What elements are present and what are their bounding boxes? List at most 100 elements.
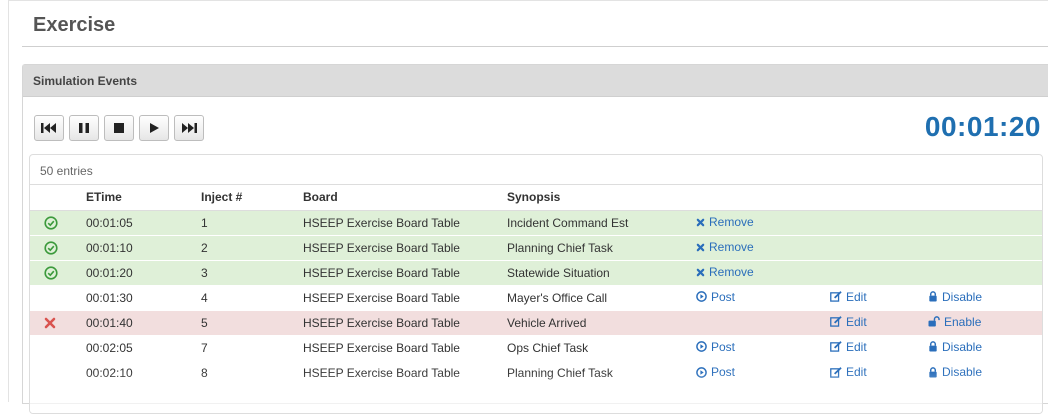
lock-icon [928, 366, 938, 378]
edit-label: Edit [846, 339, 867, 354]
stop-button[interactable] [104, 115, 134, 141]
inject-cell: 8 [197, 359, 299, 385]
post-label: Post [711, 365, 736, 379]
edit-label: Edit [846, 314, 867, 329]
skip-forward-button[interactable] [174, 115, 204, 141]
unlock-icon [928, 316, 940, 327]
events-table: ETime Inject # Board Synopsis 00:01:05 1 H… [30, 185, 1042, 385]
edit-icon [830, 316, 842, 327]
table-row[interactable]: 00:01:05 1 HSEEP Exercise Board Table Incid… [30, 209, 1042, 235]
post-icon [696, 341, 707, 353]
play-button[interactable] [139, 115, 169, 141]
disable-button[interactable]: Disable [928, 290, 982, 304]
table-row[interactable]: 00:01:40 5 HSEEP Exercise Board Table Vehic… [30, 309, 1042, 335]
etime-cell: 00:01:30 [82, 284, 197, 310]
disable-label: Disable [942, 365, 983, 379]
table-row[interactable]: 00:01:10 2 HSEEP Exercise Board Table Plann… [30, 234, 1042, 260]
entries-count: 50 entries [30, 155, 1042, 185]
page-title: Exercise [33, 14, 116, 36]
status-cell [30, 234, 82, 260]
edit-cell [826, 234, 924, 260]
edit-icon [830, 366, 842, 378]
status-cell [30, 309, 82, 335]
inject-header[interactable]: Inject # [197, 185, 299, 211]
board-cell: HSEEP Exercise Board Table [299, 359, 503, 385]
synopsis-cell: Ops Chief Task [503, 334, 692, 360]
etime-cell: 00:01:40 [82, 309, 197, 335]
synopsis-cell: Statewide Situation [503, 259, 692, 285]
table-row[interactable]: 00:02:05 7 HSEEP Exercise Board Table Ops C… [30, 334, 1042, 360]
x-icon [696, 243, 705, 252]
edit-header [826, 185, 924, 211]
post-button[interactable]: Post [696, 365, 735, 379]
action1-cell: Post [692, 334, 826, 360]
disable-button[interactable]: Disable [928, 365, 982, 379]
exercise-timer: 00:01:20 [924, 111, 1041, 142]
action1-cell [692, 309, 826, 335]
remove-label: Remove [709, 240, 754, 255]
table-row[interactable]: 00:01:30 4 HSEEP Exercise Board Table Mayer… [30, 284, 1042, 310]
toggle-cell: Disable [924, 359, 1042, 385]
board-cell: HSEEP Exercise Board Table [299, 209, 503, 235]
disable-button[interactable]: Disable [928, 340, 982, 354]
table-header-row: ETime Inject # Board Synopsis [30, 185, 1042, 211]
edit-icon [830, 341, 842, 352]
inject-cell: 7 [197, 334, 299, 360]
board-cell: HSEEP Exercise Board Table [299, 259, 503, 285]
toggle-cell: Enable [924, 309, 1042, 335]
enable-label: Enable [944, 314, 982, 329]
stop-icon [113, 122, 125, 134]
panel-heading: Simulation Events [23, 65, 1048, 97]
enable-button[interactable]: Enable [928, 315, 981, 329]
post-button[interactable]: Post [696, 340, 735, 354]
action1-cell: Remove [692, 234, 826, 260]
post-icon [696, 366, 707, 378]
disable-label: Disable [942, 289, 983, 304]
edit-cell: Edit [826, 284, 924, 310]
check-circle-icon [44, 265, 82, 280]
pause-button[interactable] [69, 115, 99, 141]
inject-cell: 4 [197, 284, 299, 310]
synopsis-header[interactable]: Synopsis [503, 185, 692, 211]
playback-controls [34, 115, 204, 141]
inject-cell: 3 [197, 259, 299, 285]
inject-cell: 5 [197, 309, 299, 335]
remove-button[interactable]: Remove [696, 215, 754, 229]
post-button[interactable]: Post [696, 290, 735, 304]
synopsis-cell: Mayer's Office Call [503, 284, 692, 310]
edit-button[interactable]: Edit [830, 315, 867, 329]
inject-cell: 2 [197, 234, 299, 260]
skip-back-button[interactable] [34, 115, 64, 141]
board-cell: HSEEP Exercise Board Table [299, 234, 503, 260]
etime-cell: 00:01:10 [82, 234, 197, 260]
post-icon [696, 291, 707, 303]
status-header [30, 185, 82, 211]
x-icon [696, 268, 705, 277]
toggle-cell: Disable [924, 334, 1042, 360]
edit-cell: Edit [826, 309, 924, 335]
remove-label: Remove [709, 215, 754, 230]
post-label: Post [711, 339, 736, 354]
etime-header[interactable]: ETime [82, 185, 197, 211]
toggle-cell [924, 234, 1042, 260]
etime-cell: 00:01:05 [82, 209, 197, 235]
toggle-cell [924, 259, 1042, 285]
pause-icon [78, 122, 90, 134]
etime-cell: 00:02:05 [82, 334, 197, 360]
table-row[interactable]: 00:02:10 8 HSEEP Exercise Board Table Plann… [30, 359, 1042, 385]
board-header[interactable]: Board [299, 185, 503, 211]
lock-icon [928, 341, 938, 352]
post-label: Post [711, 289, 736, 304]
etime-cell: 00:01:20 [82, 259, 197, 285]
edit-button[interactable]: Edit [830, 290, 867, 304]
inject-cell: 1 [197, 209, 299, 235]
edit-button[interactable]: Edit [830, 340, 867, 354]
table-row[interactable]: 00:01:20 3 HSEEP Exercise Board Table State… [30, 259, 1042, 285]
remove-button[interactable]: Remove [696, 240, 754, 254]
edit-button[interactable]: Edit [830, 365, 867, 379]
check-circle-icon [44, 240, 82, 255]
board-cell: HSEEP Exercise Board Table [299, 284, 503, 310]
play-icon [148, 122, 160, 134]
status-cell [30, 259, 82, 285]
remove-button[interactable]: Remove [696, 265, 754, 279]
